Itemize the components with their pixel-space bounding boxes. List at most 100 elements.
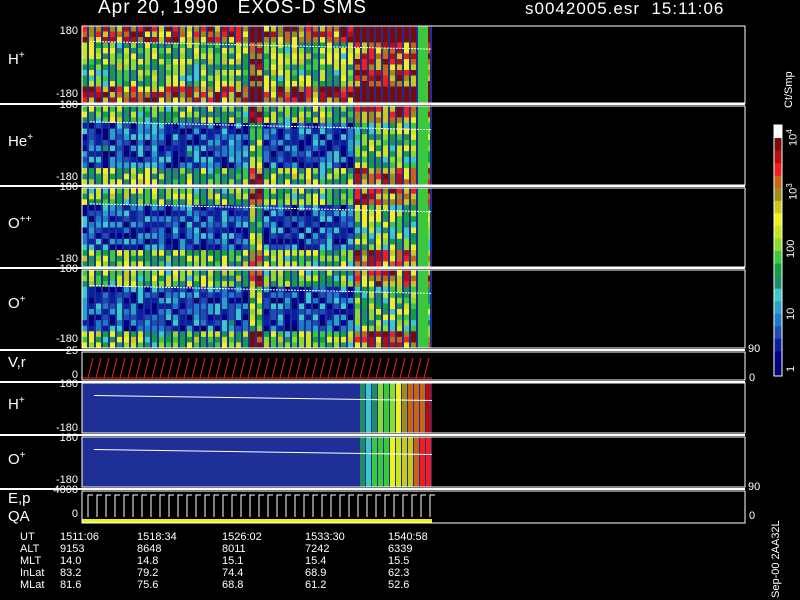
heat-cell [89,75,94,82]
heat-cell [194,325,199,332]
heat-cell [159,303,164,310]
heat-cell [131,86,136,93]
heat-cell [257,81,262,87]
heat-cell [173,173,178,180]
heat-cell [404,145,409,152]
heat-cell [404,92,409,98]
heat-cell [362,134,367,141]
heat-cell [82,53,87,60]
heat-cell [397,64,402,71]
colorbar-swatch [774,250,782,264]
heat-cell [285,106,290,113]
heat-cell [243,59,248,65]
heat-cell [411,216,416,223]
heat-cell [334,59,339,65]
heat-cell [173,26,178,32]
heat-cell [96,168,101,175]
heat-cell [103,86,108,93]
heat-cell [369,320,374,327]
heat-cell [366,383,371,433]
heat-cell [124,314,129,321]
heat-cell [313,227,318,234]
heat-cell [320,193,325,200]
heat-cell [341,255,346,262]
heat-cell [404,156,409,163]
heat-cell [369,255,374,262]
right-tick-bottom: 0 [749,372,756,384]
heat-cell [362,53,367,60]
heat-cell [103,156,108,163]
heat-cell [110,188,115,195]
heat-cell [397,122,402,130]
heat-cell [341,297,346,304]
heat-cell [131,320,136,327]
heat-cell [187,48,192,54]
heat-cell [426,383,431,433]
heat-cell [257,281,262,288]
heat-cell [306,86,311,93]
heat-cell [201,250,206,257]
heat-cell [208,270,213,277]
heat-cell [334,331,339,338]
heat-cell [243,64,248,71]
heat-cell [362,48,367,54]
heat-cell [187,86,192,93]
heat-cell [131,325,136,332]
heat-cell [215,199,220,206]
colorbar-tick-100: 100 [785,239,797,258]
heat-cell [355,173,360,180]
heat-cell [278,255,283,262]
heat-cell [292,134,297,141]
heat-cell [411,81,416,87]
heat-cell [341,336,346,343]
heat-cell [236,42,241,49]
heat-cell [257,320,262,327]
heat-cell [257,59,262,65]
heat-cell [222,117,227,124]
heat-cell [222,26,227,32]
heat-cell [299,331,304,338]
heat-cell [271,238,276,245]
heat-cell [110,210,115,217]
heat-cell [362,70,367,76]
heat-cell [166,233,171,240]
heat-cell [404,286,409,293]
heat-cell [110,227,115,234]
heat-cell [411,53,416,60]
heat-cell [89,162,94,169]
heat-cell [208,139,213,146]
heat-cell [96,134,101,141]
heat-cell [243,303,248,310]
heat-cell [243,244,248,251]
heat-cell [299,221,304,228]
heat-cell [145,193,150,200]
heat-cell [152,270,157,277]
heat-cell [117,314,122,321]
heat-cell [159,336,164,343]
heat-cell [341,233,346,240]
heat-cell [299,53,304,60]
heat-cell [229,122,234,130]
heat-cell [243,151,248,158]
colorbar-swatch [774,338,782,352]
heat-cell [320,199,325,206]
heat-cell [264,37,269,43]
heat-cell [138,314,143,321]
heat-cell [355,255,360,262]
heat-cell [159,156,164,163]
heat-cell [250,233,255,240]
heat-cell [355,250,360,257]
heat-cell [208,244,213,251]
heat-cell [362,139,367,146]
heat-cell [383,156,388,163]
heat-cell [334,26,339,32]
heat-cell [222,188,227,195]
heat-cell [96,26,101,32]
heat-cell [222,250,227,257]
heat-cell [341,193,346,200]
heat-cell [82,309,87,316]
heat-cell [383,139,388,146]
heat-cell [229,86,234,93]
heat-cell [369,37,374,43]
heat-cell [334,139,339,146]
